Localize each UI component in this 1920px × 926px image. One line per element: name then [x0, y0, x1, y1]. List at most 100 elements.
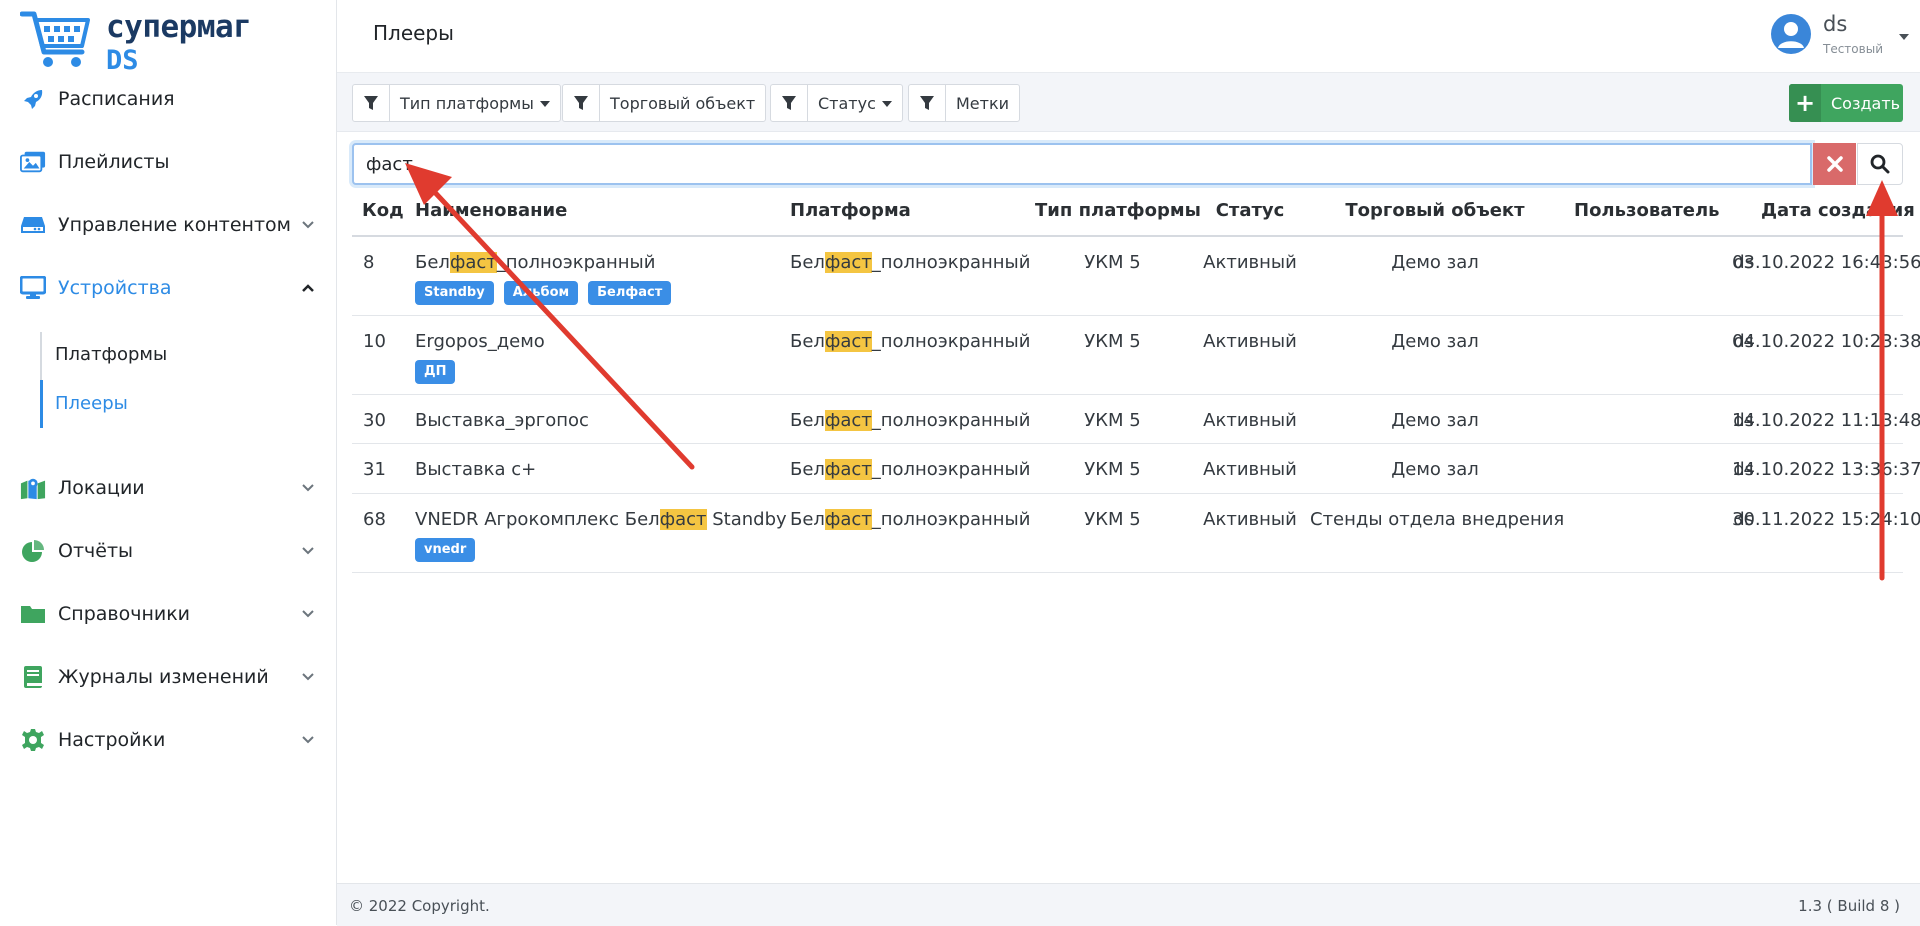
build-version: 1.3 ( Build 8 )	[1798, 897, 1900, 915]
sidebar-item-label: Справочники	[58, 603, 191, 625]
column-header-created-date[interactable]: Дата создания	[1761, 200, 1915, 221]
caret-down-icon	[881, 101, 892, 107]
cell-trade-object: Демо зал	[1391, 331, 1479, 352]
gear-icon	[20, 727, 46, 753]
cell-status: Активный	[1203, 410, 1297, 431]
table-row[interactable]: 31 Выставка с+ Белфаст_полноэкранный УКМ…	[352, 444, 1920, 494]
chevron-down-icon	[302, 673, 314, 681]
tag-badge: Standby	[415, 281, 494, 305]
cell-created-date: 04.10.2022 10:23:38	[1732, 331, 1920, 352]
app-logo[interactable]: супермаг DS	[20, 8, 252, 76]
sidebar-item-reports[interactable]: Отчёты	[0, 523, 336, 579]
sidebar-item-label: Плейлисты	[58, 151, 170, 173]
footer: © 2022 Copyright. 1.3 ( Build 8 )	[337, 883, 1920, 926]
column-header-status[interactable]: Статус	[1200, 200, 1300, 221]
tag-badge: ДП	[415, 360, 456, 384]
cell-platform-type: УКМ 5	[1084, 459, 1141, 480]
rocket-icon	[20, 86, 46, 112]
tag-badge: vnedr	[415, 538, 476, 562]
filter-tags[interactable]: Метки	[908, 84, 1021, 122]
app-logo-text: супермаг DS	[106, 9, 252, 76]
sidebar-item-playlists[interactable]: Плейлисты	[0, 134, 336, 190]
filter-label: Торговый объект	[610, 93, 756, 113]
column-header-platform[interactable]: Платформа	[790, 200, 911, 221]
images-icon	[20, 149, 46, 175]
sidebar-subitem-players[interactable]: Плееры	[55, 393, 128, 414]
search-highlight: фаст	[449, 252, 497, 273]
column-header-platform-type[interactable]: Тип платформы	[1035, 200, 1201, 221]
submenu-active-indicator	[40, 380, 43, 428]
column-header-user[interactable]: Пользователь	[1574, 200, 1720, 221]
filter-label: Тип платформы	[400, 93, 534, 113]
table-row[interactable]: 10 Ergopos_демо ДП Белфаст_полноэкранный…	[352, 316, 1920, 395]
filter-trade-object[interactable]: Торговый объект	[562, 84, 767, 122]
column-header-trade-object[interactable]: Торговый объект	[1310, 200, 1560, 221]
sidebar-item-schedules[interactable]: Расписания	[0, 71, 336, 127]
sidebar-item-locations[interactable]: Локации	[0, 460, 336, 516]
cell-platform-type: УКМ 5	[1084, 509, 1141, 530]
cell-platform: Белфаст_полноэкранный	[790, 410, 1031, 431]
table-row[interactable]: 68 VNEDR Агрокомплекс Белфаст Standby vn…	[352, 494, 1920, 573]
user-menu[interactable]: ds Тестовый	[1771, 10, 1911, 62]
sidebar: супермаг DS Расписания Плейлисты Управле…	[0, 0, 337, 925]
sidebar-item-label: Журналы изменений	[58, 666, 269, 688]
sidebar-item-settings[interactable]: Настройки	[0, 712, 336, 768]
tag-badge: Альбом	[503, 281, 579, 305]
cell-status: Активный	[1203, 252, 1297, 273]
cell-created-date: 14.10.2022 11:13:48	[1732, 410, 1920, 431]
cell-name: Ergopos_демо	[415, 331, 545, 352]
filter-icon	[563, 85, 600, 121]
cell-code: 10	[363, 331, 386, 352]
create-button[interactable]: + Создать	[1789, 84, 1903, 122]
cell-name: Выставка с+	[415, 459, 537, 480]
sidebar-item-content[interactable]: Управление контентом	[0, 197, 336, 253]
table-row[interactable]: 8 Белфаст_полноэкранный Standby Альбом Б…	[352, 237, 1920, 316]
search-highlight: фаст	[824, 252, 872, 273]
search-highlight: фаст	[659, 509, 707, 530]
sidebar-item-changelogs[interactable]: Журналы изменений	[0, 649, 336, 705]
column-header-code[interactable]: Код	[362, 200, 404, 221]
cell-code: 31	[363, 459, 386, 480]
search-highlight: фаст	[824, 509, 872, 530]
cell-code: 8	[363, 252, 375, 273]
row-divider	[352, 572, 1903, 573]
filter-status[interactable]: Статус	[770, 84, 903, 122]
sidebar-item-devices[interactable]: Устройства	[0, 260, 336, 316]
logo-line1: супермаг	[106, 9, 252, 45]
user-name: ds	[1823, 12, 1848, 36]
table-row[interactable]: 30 Выставка_эргопос Белфаст_полноэкранны…	[352, 395, 1920, 444]
column-header-name[interactable]: Наименование	[415, 200, 567, 221]
cell-platform: Белфаст_полноэкранный	[790, 459, 1031, 480]
filter-label: Статус	[818, 93, 876, 113]
caret-down-icon	[1899, 34, 1909, 40]
search-input[interactable]	[352, 143, 1812, 185]
search-highlight: фаст	[824, 410, 872, 431]
filter-platform-type[interactable]: Тип платформы	[352, 84, 561, 122]
plus-icon: +	[1789, 84, 1821, 122]
search-button[interactable]	[1857, 143, 1903, 185]
sidebar-item-label: Настройки	[58, 729, 166, 751]
close-icon	[1826, 156, 1843, 172]
header: Плееры ds Тестовый	[337, 0, 1920, 73]
sidebar-item-references[interactable]: Справочники	[0, 586, 336, 642]
clear-search-button[interactable]	[1813, 143, 1856, 185]
chevron-down-icon	[302, 484, 314, 492]
filter-icon	[771, 85, 808, 121]
tag-badge: Белфаст	[588, 281, 672, 305]
sidebar-subitem-platforms[interactable]: Платформы	[55, 344, 167, 365]
cell-platform: Белфаст_полноэкранный	[790, 252, 1031, 273]
sidebar-item-label: Управление контентом	[58, 214, 291, 236]
cell-trade-object: Стенды отдела внедрения	[1310, 509, 1565, 530]
cell-name: Выставка_эргопос	[415, 410, 589, 431]
cell-platform-type: УКМ 5	[1084, 410, 1141, 431]
cell-code: 30	[363, 410, 386, 431]
filter-icon	[909, 85, 946, 121]
cell-name: Белфаст_полноэкранный	[415, 252, 656, 273]
logo-line2: DS	[106, 45, 139, 76]
chevron-up-icon	[302, 284, 314, 292]
user-role: Тестовый	[1823, 42, 1883, 56]
search-icon	[1870, 154, 1890, 174]
cell-trade-object: Демо зал	[1391, 459, 1479, 480]
chevron-down-icon	[302, 547, 314, 555]
toolbar: Тип платформы Торговый объект Статус Мет…	[337, 73, 1920, 132]
